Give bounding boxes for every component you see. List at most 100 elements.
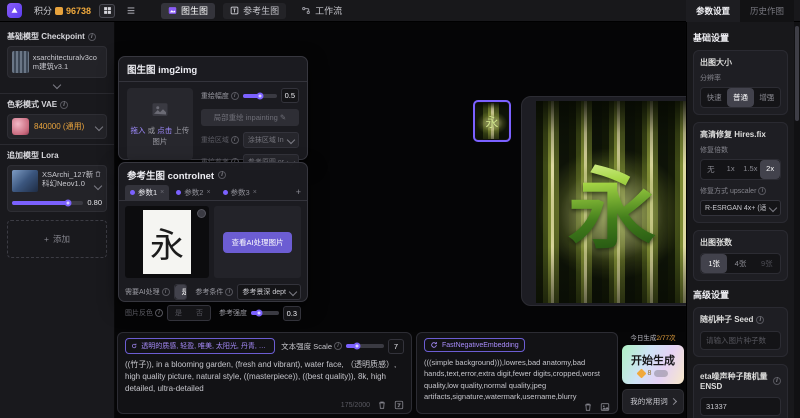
scrollbar-thumb[interactable] (795, 26, 799, 121)
hires-fix-card: 高清修复 Hires.fix 修复倍数 无 1x 1.5x 2x 修复方式 up… (693, 122, 788, 223)
generate-cost: 8 (638, 370, 669, 377)
add-lora-button[interactable]: + 添加 (7, 220, 107, 258)
image-upload-dropzone[interactable]: 拖入 或 点击 上传图片 (127, 88, 193, 160)
hires-option-2x[interactable]: 2x (760, 160, 780, 179)
lora-weight-slider[interactable] (12, 201, 83, 205)
app-logo-icon[interactable] (7, 3, 22, 18)
upscaler-value: R-ESRGAN 4x+ (适合多种风 (705, 203, 766, 213)
grid-view-icon[interactable] (99, 4, 115, 18)
need-ai-yes[interactable]: 是 (175, 285, 188, 299)
credits-display[interactable]: 积分 96738 (34, 4, 91, 17)
resolution-option-normal[interactable]: 普通 (727, 88, 753, 107)
chevron-down-icon (53, 81, 61, 89)
close-icon[interactable]: × (253, 189, 257, 196)
slider-handle[interactable] (353, 343, 360, 350)
checkpoint-collapse[interactable] (7, 82, 107, 88)
generated-image[interactable]: 永 (536, 101, 688, 303)
hires-option-1-5x[interactable]: 1.5x (741, 160, 761, 179)
info-icon[interactable]: i (218, 171, 226, 179)
image-toggle-icon[interactable] (197, 209, 206, 218)
info-icon[interactable]: i (758, 187, 766, 195)
invert-no[interactable]: 否 (189, 306, 210, 320)
controlnet-tab-3[interactable]: 参数3 × (218, 185, 262, 200)
upload-drag-text: 拖入 (131, 126, 146, 135)
add-unit-icon[interactable]: + (296, 187, 301, 197)
lora-model-card[interactable]: XSArchi_127新科幻Neov1.0 0.80 (7, 165, 107, 212)
info-icon[interactable]: i (231, 92, 239, 100)
generate-button[interactable]: 开始生成 8 (622, 345, 684, 384)
trash-icon[interactable] (377, 400, 387, 410)
strength-slider[interactable] (251, 311, 279, 315)
controlnet-tab-3-label: 参数3 (231, 187, 250, 198)
ensd-input[interactable] (700, 397, 781, 416)
close-icon[interactable]: × (206, 189, 210, 196)
result-thumbnail-selected[interactable]: 永 (473, 100, 511, 142)
resolution-option-fast[interactable]: 快速 (701, 88, 727, 107)
hires-option-1x[interactable]: 1x (721, 160, 741, 179)
info-icon[interactable]: i (162, 288, 170, 296)
trash-icon[interactable] (94, 170, 102, 178)
controlnet-reference-image[interactable]: 永 (125, 206, 209, 278)
settings-panel: 基础设置 出图大小 分辨率 快速 普通 增强 高清修复 Hires.fix 修复… (686, 22, 794, 418)
inpaint-button[interactable]: 局部重绘 inpainting ✎ (201, 109, 299, 126)
negative-prompt-textarea[interactable]: (((simple background))),lowres,bad anato… (424, 357, 610, 401)
info-icon[interactable]: i (231, 136, 239, 144)
tab-ref-gen[interactable]: 参考生图 (223, 3, 286, 19)
batch-option-1[interactable]: 1张 (701, 254, 727, 273)
controlnet-tab-2[interactable]: 参数2 × (171, 185, 215, 200)
tab-history[interactable]: 历史作图 (740, 0, 794, 22)
seed-input[interactable] (700, 331, 781, 350)
info-icon[interactable]: i (334, 342, 342, 350)
controlnet-tab-1[interactable]: 参数1 × (125, 185, 169, 200)
batch-option-4[interactable]: 4张 (727, 254, 753, 273)
region-dropdown[interactable]: 涂抹区域 In (243, 132, 299, 148)
hires-option-none[interactable]: 无 (701, 160, 721, 179)
tab-img2img[interactable]: 图生图 (161, 3, 215, 19)
slider-handle[interactable] (256, 310, 263, 317)
logo-glyph-icon (10, 6, 19, 15)
strength-label-text: 参考强度 (219, 308, 247, 318)
slider-handle[interactable] (64, 199, 71, 206)
info-icon[interactable]: i (155, 309, 163, 317)
info-icon[interactable]: i (60, 101, 68, 109)
img2img-title-text: 图生图 img2img (127, 62, 197, 76)
denoise-slider[interactable] (243, 94, 277, 98)
trash-icon[interactable] (583, 402, 593, 412)
upload-hint: 拖入 或 点击 上传图片 (127, 125, 193, 147)
info-icon[interactable]: i (88, 33, 96, 41)
info-icon[interactable]: i (225, 288, 233, 296)
list-view-icon[interactable] (123, 4, 139, 18)
my-phrases-label: 我的常用词 (630, 396, 668, 407)
resolution-option-enhanced[interactable]: 增强 (754, 88, 780, 107)
quota-value: 2/77次 (656, 335, 675, 342)
picture-icon[interactable] (600, 402, 610, 412)
info-icon[interactable]: i (773, 377, 781, 385)
negative-embedding-chip[interactable]: FastNegativeEmbedding (424, 338, 525, 352)
window-scrollbar[interactable] (794, 22, 800, 418)
condition-label-text: 参考条件 (195, 287, 223, 297)
divider (0, 144, 114, 145)
upscaler-label-text: 修复方式 upscaler (700, 186, 756, 196)
chevron-down-icon[interactable] (94, 182, 102, 190)
close-icon[interactable]: × (160, 189, 164, 196)
cfg-scale-slider[interactable] (346, 344, 384, 348)
translate-icon[interactable] (394, 400, 404, 410)
vae-select[interactable]: 840000 (通用) (7, 114, 107, 139)
invert-label: 图片反色 i (125, 308, 163, 318)
slider-handle[interactable] (257, 92, 264, 99)
cfg-scale-label-text: 文本强度 Scale (281, 341, 332, 352)
info-icon[interactable]: i (756, 316, 764, 324)
keyword-suggestion-chip[interactable]: 透明的质感, 轻盈, 唯美, 太阳光, 丹青, 动作, 最佳质量 (125, 338, 275, 354)
upscaler-dropdown[interactable]: R-ESRGAN 4x+ (适合多种风 (700, 200, 781, 216)
my-phrases-button[interactable]: 我的常用词 (622, 389, 684, 414)
tab-parameters[interactable]: 参数设置 (686, 0, 740, 22)
condition-dropdown[interactable]: 参考景深 dept (237, 284, 301, 300)
checkpoint-model-card[interactable]: xsarchitecturalv3com建筑v3.1 (7, 46, 107, 78)
invert-yes[interactable]: 是 (168, 306, 189, 320)
tab-workflow[interactable]: 工作流 (294, 3, 349, 19)
batch-option-9[interactable]: 9张 (754, 254, 780, 273)
view-ai-processed-button[interactable]: 查看AI处理图片 (223, 232, 291, 253)
positive-prompt-textarea[interactable]: ((竹子)), in a blooming garden, (fresh and… (125, 359, 404, 399)
top-bar: 积分 96738 图生图 参考生图 (0, 0, 800, 22)
invert-toggle: 是 否 (167, 305, 211, 321)
